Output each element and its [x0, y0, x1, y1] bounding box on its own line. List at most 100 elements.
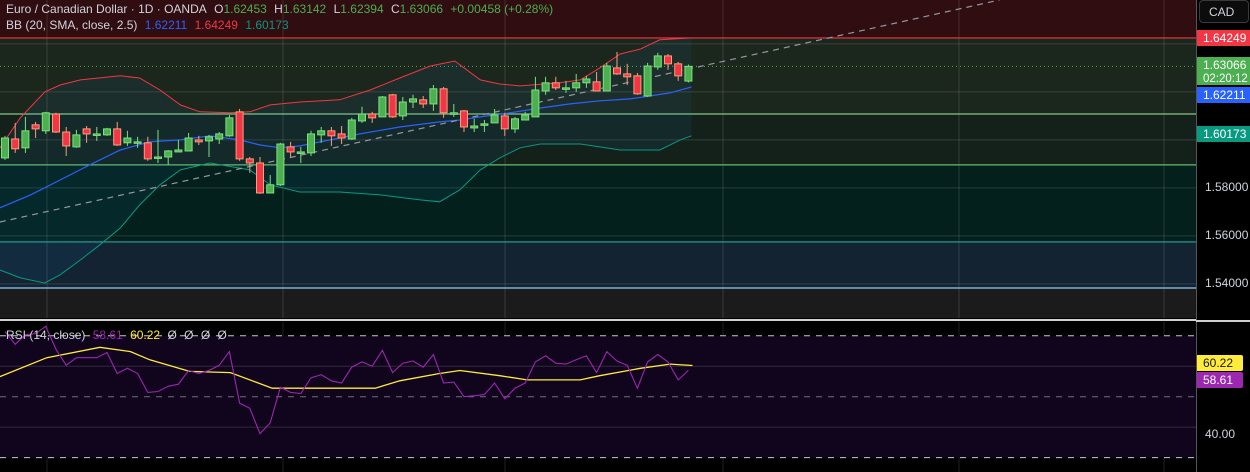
candle-up — [511, 118, 519, 130]
bb-legend: BB (20, SMA, close, 2.5) 1.62211 1.64249… — [6, 18, 293, 32]
rsi-ma-value: 60.22 — [130, 328, 161, 342]
candle-down — [256, 162, 264, 194]
ohlc-low: L1.62394 — [334, 2, 384, 16]
bb-label[interactable]: BB (20, SMA, close, 2.5) — [6, 18, 137, 32]
candle-up — [409, 98, 417, 103]
candle-up — [602, 65, 611, 92]
candle-up — [21, 130, 30, 149]
bb-lower-value: 1.60173 — [245, 18, 289, 32]
ohlc-close: C1.63066 — [391, 2, 443, 16]
candle-up — [174, 149, 183, 153]
candle-up — [296, 151, 305, 154]
candle-down — [460, 110, 468, 128]
candle-up — [398, 101, 407, 117]
bar-countdown: 02:20:12 — [1203, 73, 1248, 85]
last-price-badge: 1.63066 02:20:12 — [1197, 57, 1250, 85]
candle-up — [307, 133, 315, 154]
candle-up — [470, 125, 479, 129]
symbol-title[interactable]: Euro / Canadian Dollar · 1D · OANDA — [6, 2, 207, 16]
rsi-badge: 58.61 — [1197, 372, 1243, 388]
rsi-extra-value: Ø — [217, 328, 227, 342]
candle-down — [633, 75, 642, 95]
price-tick: 1.56000 — [1205, 228, 1249, 242]
candle-up — [378, 96, 387, 118]
candle-up — [276, 143, 285, 186]
candle-up — [684, 65, 693, 82]
candle-up — [205, 136, 213, 142]
ohlc-high: H1.63142 — [274, 2, 326, 16]
candle-up — [154, 156, 162, 159]
last-price-value: 1.63066 — [1203, 58, 1247, 72]
candle-down — [143, 142, 152, 160]
candle-up — [358, 113, 366, 122]
candle-down — [592, 81, 601, 92]
rsi-tick: 40.00 — [1205, 427, 1236, 441]
upper-band-badge: 1.64249 — [1197, 30, 1250, 46]
close-label: C — [391, 2, 400, 16]
close-value: 1.63066 — [399, 2, 444, 16]
open-value: 1.62453 — [223, 2, 267, 16]
candle-up — [531, 89, 540, 118]
candle-up — [572, 82, 581, 89]
price-axis[interactable]: 1.64249 1.63066 02:20:12 1.62211 1.60173… — [1196, 0, 1250, 472]
candle-up — [1, 137, 9, 159]
candle-up — [225, 117, 234, 137]
bb-basis-value: 1.62211 — [144, 18, 188, 32]
ohlc-open: O1.62453 — [214, 2, 267, 16]
high-value: 1.63142 — [282, 2, 327, 16]
candle-up — [347, 119, 356, 140]
candle-up — [133, 141, 142, 144]
candle-down — [52, 113, 60, 133]
candle-down — [623, 73, 632, 78]
candle-down — [286, 146, 295, 153]
candle-down — [368, 113, 377, 119]
bb-upper-value: 1.64249 — [194, 18, 238, 32]
rsi-pane — [0, 325, 1196, 459]
rsi-value: 58.61 — [92, 328, 123, 342]
candle-up — [215, 133, 224, 140]
candle-down — [337, 133, 346, 139]
rsi-extra-value: Ø — [184, 328, 194, 342]
rsi-ma-badge: 60.22 — [1197, 355, 1243, 371]
candle-down — [62, 131, 71, 147]
candle-down — [235, 111, 244, 160]
candle-up — [541, 82, 550, 92]
axis-divider — [1196, 320, 1250, 322]
rsi-extra-value: Ø — [200, 328, 211, 342]
candle-up — [92, 133, 101, 136]
candle-down — [82, 128, 91, 135]
candle-up — [72, 134, 81, 148]
basis-badge: 1.62211 — [1197, 87, 1250, 103]
candle-up — [562, 87, 570, 90]
candle-up — [429, 88, 438, 105]
currency-button[interactable]: CAD — [1199, 0, 1249, 23]
candle-down — [551, 82, 560, 89]
price-zone — [0, 241, 1196, 288]
low-value: 1.62394 — [340, 2, 384, 16]
candle-up — [643, 65, 652, 97]
candle-down — [419, 99, 428, 105]
candle-up — [490, 114, 499, 124]
rsi-label[interactable]: RSI (14, close) — [6, 328, 85, 342]
candle-down — [500, 115, 509, 130]
candle-down — [113, 128, 122, 146]
chart-canvas[interactable] — [0, 0, 1196, 472]
rsi-legend: RSI (14, close) 58.61 60.22 Ø Ø Ø Ø — [6, 328, 231, 342]
rsi-extra-value: Ø — [167, 328, 177, 342]
candle-down — [31, 124, 40, 130]
candle-down — [245, 158, 254, 164]
candle-up — [103, 128, 111, 136]
candle-down — [388, 94, 397, 118]
candle-down — [439, 88, 448, 114]
candle-down — [327, 130, 336, 137]
candle-down — [613, 67, 621, 75]
candle-down — [674, 63, 683, 77]
candle-up — [266, 184, 275, 194]
price-zone — [0, 288, 1196, 318]
candle-up — [480, 123, 489, 126]
high-label: H — [274, 2, 283, 16]
candle-down — [664, 55, 672, 65]
candle-up — [123, 137, 132, 144]
candle-down — [194, 139, 203, 143]
candle-up — [41, 112, 50, 132]
